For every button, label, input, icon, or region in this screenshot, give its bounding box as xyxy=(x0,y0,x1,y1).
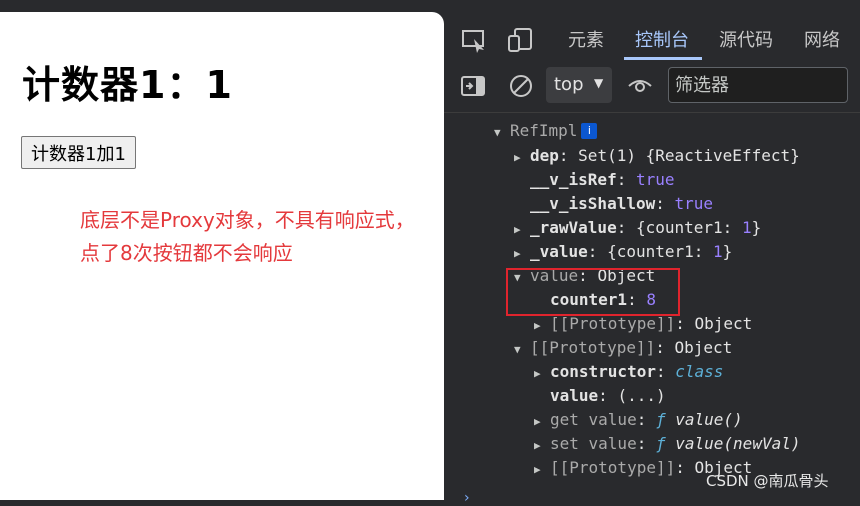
collapsed-arrow-icon[interactable]: ▶ xyxy=(514,146,530,170)
dropdown-caret-icon: ▼ xyxy=(594,76,604,90)
tree-row-get-value[interactable]: ▶ get value: ƒ value() xyxy=(534,408,743,432)
info-badge-icon[interactable]: i xyxy=(581,123,598,139)
collapsed-arrow-icon[interactable]: ▶ xyxy=(514,218,530,242)
tab-sources[interactable]: 源代码 xyxy=(719,26,773,52)
tree-row-dep[interactable]: ▶ dep: Set(1) {ReactiveEffect} xyxy=(514,144,800,168)
eye-icon[interactable] xyxy=(627,74,653,98)
context-value: top xyxy=(554,74,584,95)
collapsed-arrow-icon[interactable]: ▶ xyxy=(534,362,550,386)
clear-console-icon[interactable] xyxy=(508,73,534,99)
tab-console[interactable]: 控制台 xyxy=(635,26,689,52)
console-filter-input[interactable] xyxy=(668,67,848,103)
tab-network[interactable]: 网络 xyxy=(804,26,840,52)
console-toolbar: top ▼ xyxy=(444,60,860,113)
page-viewport: 计数器1：1 计数器1加1 底层不是Proxy对象，不具有响应式，点了8次按钮都… xyxy=(0,12,444,500)
sidebar-toggle-icon[interactable] xyxy=(460,74,486,98)
page-title: 计数器1：1 xyxy=(22,63,233,107)
tree-row-value-private[interactable]: ▶ _value: {counter1: 1} xyxy=(514,240,732,264)
collapsed-arrow-icon[interactable]: ▶ xyxy=(534,410,550,434)
tree-row-constructor[interactable]: ▶ constructor: class xyxy=(534,360,723,384)
collapsed-arrow-icon[interactable]: ▶ xyxy=(534,314,550,338)
tree-row-v-isshallow: __v_isShallow: true xyxy=(530,194,714,213)
expanded-arrow-icon[interactable]: ▼ xyxy=(514,338,530,362)
devtools-tabbar: 元素 控制台 源代码 网络 xyxy=(444,0,860,60)
collapsed-arrow-icon[interactable]: ▶ xyxy=(534,434,550,458)
watermark: CSDN @南瓜骨头 xyxy=(706,472,829,490)
tree-row-prototype[interactable]: ▼ [[Prototype]]: Object xyxy=(514,336,732,360)
tree-row-rawvalue[interactable]: ▶ _rawValue: {counter1: 1} xyxy=(514,216,761,240)
devtools-panel: 元素 控制台 源代码 网络 top ▼ ▼RefImpli xyxy=(444,0,860,506)
tree-row-refimpl[interactable]: ▼ RefImpl i xyxy=(494,119,598,145)
tab-elements[interactable]: 元素 xyxy=(568,26,604,52)
tree-row-v-isref: __v_isRef: true xyxy=(530,170,675,189)
annotation-note: 底层不是Proxy对象，不具有响应式，点了8次按钮都不会响应 xyxy=(80,208,415,265)
inspect-icon[interactable] xyxy=(460,26,488,54)
context-selector[interactable]: top ▼ xyxy=(546,67,612,103)
expanded-arrow-icon[interactable]: ▼ xyxy=(494,121,510,145)
counter-increment-button[interactable]: 计数器1加1 xyxy=(21,136,136,169)
collapsed-arrow-icon[interactable]: ▶ xyxy=(534,458,550,482)
console-output: ▼ RefImpl i ▶ dep: Set(1) {ReactiveEffect} … xyxy=(444,113,860,500)
console-prompt-icon: › xyxy=(464,490,470,506)
device-toggle-icon[interactable] xyxy=(506,26,534,54)
tree-row-set-value[interactable]: ▶ set value: ƒ value(newVal) xyxy=(534,432,800,456)
tree-row-value-lazy[interactable]: value: (...) xyxy=(550,384,666,408)
collapsed-arrow-icon[interactable]: ▶ xyxy=(514,242,530,266)
highlight-annotation-box xyxy=(506,268,680,316)
